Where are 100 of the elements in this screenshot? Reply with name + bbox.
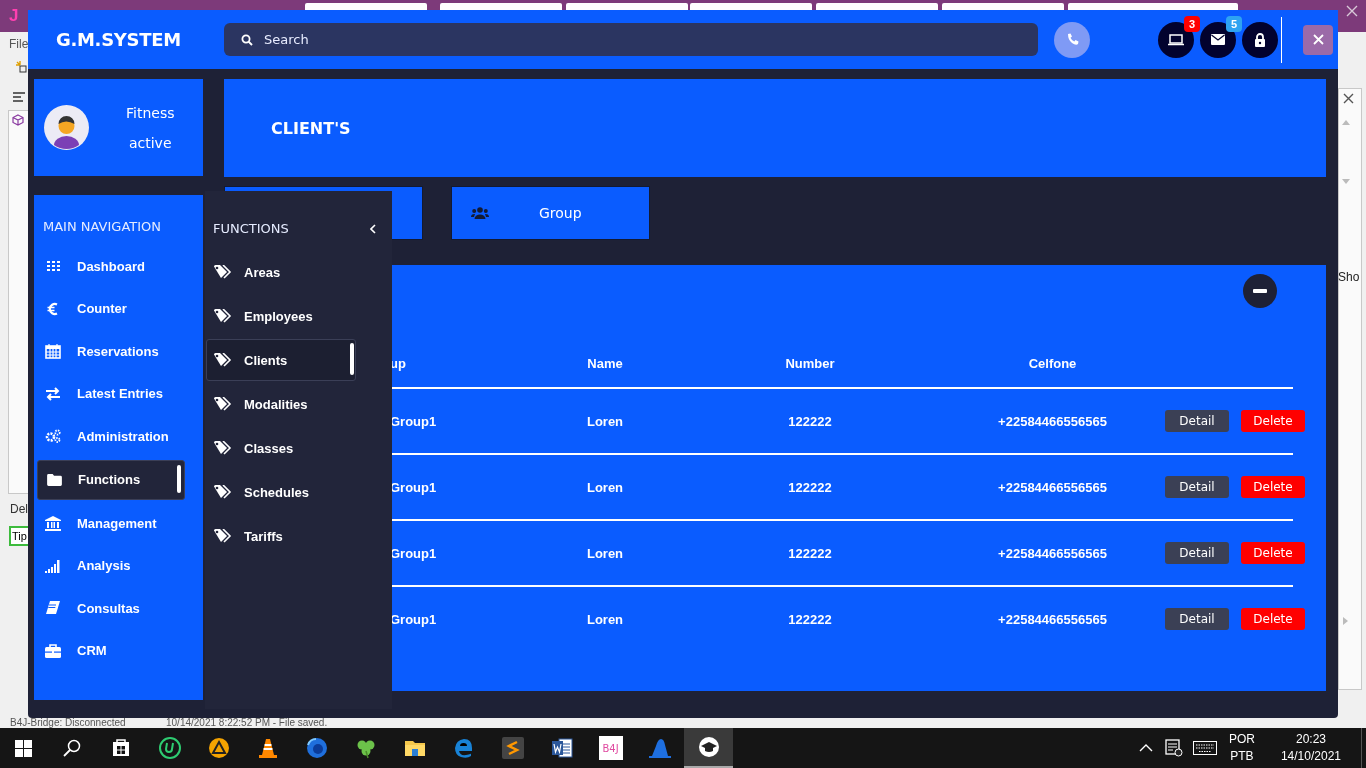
chevron-up-icon[interactable]: [1138, 744, 1153, 752]
table-cell: +22584466556565: [998, 413, 1107, 429]
close-button[interactable]: [1303, 24, 1333, 55]
laptop-icon: [1168, 33, 1184, 46]
signal-icon: [45, 558, 61, 573]
submenu-heading: FUNCTIONS: [213, 221, 289, 236]
nav-item[interactable]: CRM: [37, 631, 185, 670]
submenu-item[interactable]: Employees: [206, 295, 356, 337]
tag-icon: [214, 309, 232, 323]
nav-item[interactable]: Functions: [37, 459, 185, 500]
chevron-left-icon[interactable]: [370, 223, 376, 234]
bank-icon: [45, 515, 61, 531]
messages-button[interactable]: [1200, 21, 1236, 58]
align-icon[interactable]: [12, 91, 26, 103]
table-cell: 122222: [788, 479, 832, 495]
clock[interactable]: 20:23 14/10/2021: [1280, 731, 1341, 765]
text-field[interactable]: Tip: [9, 526, 28, 546]
profile-name: Fitness: [126, 104, 175, 121]
call-button[interactable]: [1054, 21, 1090, 58]
grad-cap-icon: [696, 735, 721, 759]
nav-item[interactable]: Counter: [37, 289, 185, 328]
grid-icon: [46, 259, 60, 273]
submenu-item[interactable]: Modalities: [206, 383, 356, 425]
book-icon: [46, 601, 60, 615]
devices-button[interactable]: [1158, 21, 1194, 58]
nav-item[interactable]: Dashboard: [37, 247, 185, 285]
table-cell: Group1: [390, 611, 437, 627]
search-field[interactable]: Search: [224, 23, 1038, 56]
taskbar-app[interactable]: B4J: [586, 728, 635, 768]
nav-item[interactable]: Management: [37, 504, 185, 542]
nav-item[interactable]: Reservations: [37, 332, 185, 370]
count-badge: 5: [1226, 15, 1242, 32]
delete-button[interactable]: Delete: [1241, 410, 1305, 432]
status-text: 10/14/2021 8:22:52 PM - File saved.: [166, 717, 328, 728]
collapse-button[interactable]: [1243, 274, 1277, 308]
detail-button[interactable]: Detail: [1165, 410, 1229, 432]
keyboard-icon[interactable]: [1192, 741, 1217, 755]
table-cell: Group1: [390, 479, 437, 495]
column-header: Celfone: [1028, 355, 1077, 371]
nav-heading: MAIN NAVIGATION: [43, 219, 162, 234]
submenu-item[interactable]: Clients: [206, 339, 356, 381]
tag-icon: [214, 397, 232, 411]
users-icon: [471, 207, 489, 219]
menu-item[interactable]: File: [9, 37, 29, 51]
panel-text: Sho: [1338, 270, 1360, 284]
cube-icon: [12, 114, 24, 126]
tile-label: Group: [539, 205, 582, 221]
taskbar-app[interactable]: [684, 728, 733, 768]
delete-button[interactable]: Delete: [1241, 608, 1305, 630]
nav-item[interactable]: Consultas: [37, 589, 185, 627]
detail-button[interactable]: Detail: [1165, 476, 1229, 498]
table-cell: Loren: [586, 611, 624, 627]
profile-status: active: [128, 134, 172, 151]
tag-icon: [214, 353, 232, 367]
submenu-item[interactable]: Areas: [206, 251, 356, 293]
avatar-icon: [44, 105, 89, 150]
page-title: CLIENT'S: [271, 118, 351, 138]
u-circle-icon: [157, 736, 182, 760]
detail-button[interactable]: Detail: [1165, 608, 1229, 630]
phone-icon: [1065, 33, 1079, 46]
delete-button[interactable]: Delete: [1241, 476, 1305, 498]
windows-logo-icon: [15, 739, 32, 757]
count-badge: 3: [1184, 15, 1200, 32]
table-cell: +22584466556565: [998, 479, 1107, 495]
table-cell: Group1: [390, 545, 437, 561]
tag-icon: [214, 529, 232, 543]
nav-item[interactable]: Analysis: [37, 546, 185, 585]
nav-item[interactable]: Administration: [37, 417, 185, 455]
language-indicator[interactable]: POR PTB: [1228, 731, 1255, 765]
app-icon: B4J: [598, 736, 623, 760]
lock-icon: [1254, 32, 1266, 47]
submenu-item[interactable]: Classes: [206, 427, 356, 469]
folder-icon: [46, 473, 62, 486]
close-icon[interactable]: [1343, 93, 1354, 104]
detail-button[interactable]: Detail: [1165, 542, 1229, 564]
table-cell: Loren: [586, 545, 624, 561]
minus-icon: [1253, 289, 1267, 293]
submenu-item[interactable]: Schedules: [206, 471, 356, 513]
group-tile[interactable]: Group: [451, 186, 650, 240]
app-title: G.M.SYSTEM: [56, 29, 182, 50]
new-file-icon[interactable]: [14, 59, 28, 73]
hat-icon: [647, 736, 672, 760]
status-text: B4J-Bridge: Disconnected: [10, 717, 126, 728]
nav-item[interactable]: Latest Entries: [37, 374, 185, 413]
triangle-logo-icon: [206, 736, 231, 760]
tag-icon: [214, 485, 232, 499]
table-cell: +22584466556565: [998, 545, 1107, 561]
tag-icon: [214, 441, 232, 455]
table-cell: 122222: [788, 413, 832, 429]
table-cell: Group1: [390, 413, 437, 429]
close-icon: [1312, 34, 1324, 45]
lock-button[interactable]: [1242, 21, 1278, 58]
table-cell: 122222: [788, 545, 832, 561]
briefcase-icon: [45, 643, 61, 658]
search-icon: [62, 739, 81, 757]
delete-button[interactable]: Delete: [1241, 542, 1305, 564]
table-cell: Loren: [586, 479, 624, 495]
mail-icon: [1211, 34, 1225, 45]
notification-icon[interactable]: [1164, 739, 1183, 757]
submenu-item[interactable]: Tariffs: [206, 515, 356, 557]
